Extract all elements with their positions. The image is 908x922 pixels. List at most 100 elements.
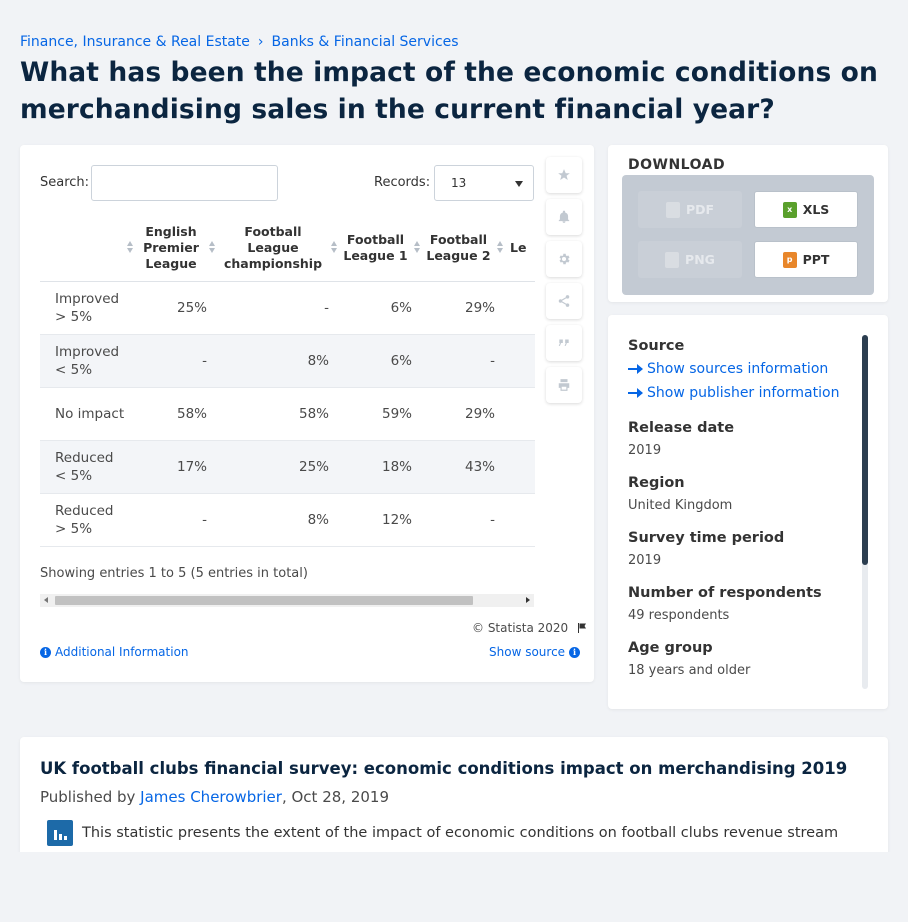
column-header-championship[interactable]: Football League championship (217, 215, 339, 282)
png-file-icon (665, 251, 680, 268)
column-header-league-other[interactable]: Le (505, 215, 535, 282)
source-heading: Source (628, 338, 685, 354)
notification-button[interactable] (546, 199, 582, 235)
table-cell: - (422, 493, 505, 547)
table-cell: 8% (217, 493, 339, 547)
publish-date: , Oct 28, 2019 (281, 788, 390, 806)
horizontal-scrollbar[interactable] (40, 594, 534, 607)
column-header-league-1[interactable]: Football League 1 (339, 215, 422, 282)
search-input[interactable] (91, 165, 278, 201)
column-header-league-2[interactable]: Football League 2 (422, 215, 505, 282)
table-row: No impact 58% 58% 59% 29% (40, 387, 535, 441)
respondents-value: 49 respondents (628, 608, 730, 623)
table-cell: 58% (135, 387, 217, 441)
table-row: Improved > 5% 25% - 6% 29% (40, 281, 535, 335)
print-button[interactable] (546, 367, 582, 403)
breadcrumb-finance[interactable]: Finance, Insurance & Real Estate (20, 34, 250, 50)
source-scrollbar-thumb[interactable] (862, 335, 868, 565)
statistic-description: This statistic presents the extent of th… (82, 825, 839, 841)
scroll-left-icon[interactable] (44, 597, 48, 603)
settings-button[interactable] (546, 241, 582, 277)
ppt-label: PPT (802, 252, 830, 267)
show-sources-link[interactable]: Show sources information (628, 361, 828, 377)
table-header-row: English Premier League Football League c… (40, 215, 535, 282)
records-label: Records: (374, 175, 431, 190)
table-cell: - (422, 334, 505, 388)
table-row: Reduced > 5% - 8% 12% - (40, 493, 535, 547)
table-cell: 58% (217, 387, 339, 441)
flag-icon[interactable] (576, 622, 588, 634)
table-cell: - (217, 281, 339, 335)
pdf-file-icon (665, 201, 680, 218)
sort-icon (497, 241, 503, 253)
download-card: DOWNLOAD PDF x XLS PNG p PPT (608, 145, 888, 302)
tool-sidebar (546, 157, 582, 403)
copyright: © Statista 2020 (472, 621, 588, 635)
png-label: PNG (685, 252, 715, 267)
arrow-right-icon (628, 388, 643, 398)
column-header-category[interactable] (40, 215, 135, 282)
scroll-right-icon[interactable] (526, 597, 530, 603)
favorite-button[interactable] (546, 157, 582, 193)
download-png-button[interactable]: PNG (638, 241, 742, 278)
table-cell: 6% (339, 281, 422, 335)
table-cell: 12% (339, 493, 422, 547)
table-cell: 17% (135, 440, 217, 494)
bottom-bar (0, 852, 908, 922)
download-ppt-button[interactable]: p PPT (754, 241, 858, 278)
author-link[interactable]: James Cherowbrier (140, 788, 282, 806)
row-label: Reduced < 5% (40, 440, 135, 494)
table-cell: 8% (217, 334, 339, 388)
breadcrumb: Finance, Insurance & Real Estate › Banks… (20, 34, 459, 50)
table-cell: 18% (339, 440, 422, 494)
sort-icon (331, 241, 337, 253)
column-header-premier-league[interactable]: English Premier League (135, 215, 217, 282)
records-select[interactable]: 13 (434, 165, 534, 201)
table-cell: 6% (339, 334, 422, 388)
table-cell (505, 334, 535, 388)
show-publisher-label: Show publisher information (647, 385, 840, 401)
breadcrumb-banks[interactable]: Banks & Financial Services (272, 34, 459, 50)
show-source-link[interactable]: Show source i (489, 645, 581, 659)
table-cell: 29% (422, 281, 505, 335)
search-label: Search: (40, 175, 90, 190)
share-icon (558, 295, 570, 307)
pdf-label: PDF (685, 202, 715, 217)
published-prefix: Published by (40, 788, 136, 806)
download-xls-button[interactable]: x XLS (754, 191, 858, 228)
xls-label: XLS (802, 202, 830, 217)
table-cell (505, 440, 535, 494)
published-by: Published by James Cherowbrier, Oct 28, … (40, 788, 389, 806)
info-icon: i (569, 646, 581, 658)
printer-icon (558, 379, 570, 391)
statistic-table-card: Search: Records: 13 English Premier Leag… (20, 145, 594, 682)
table-row: Reduced < 5% 17% 25% 18% 43% (40, 440, 535, 494)
download-panel: PDF x XLS PNG p PPT (622, 175, 874, 295)
records-value: 13 (451, 176, 467, 190)
cite-button[interactable] (546, 325, 582, 361)
table-cell (505, 387, 535, 441)
show-publisher-link[interactable]: Show publisher information (628, 385, 839, 401)
bar-chart-icon (47, 820, 73, 846)
age-group-value: 18 years and older (628, 663, 751, 678)
download-pdf-button[interactable]: PDF (638, 191, 742, 228)
page-title: What has been the impact of the economic… (20, 57, 878, 125)
table-cell (505, 493, 535, 547)
share-button[interactable] (546, 283, 582, 319)
region-value: United Kingdom (628, 498, 733, 513)
ppt-file-icon: p (782, 251, 797, 268)
sort-icon (127, 241, 133, 253)
download-heading: DOWNLOAD (628, 157, 726, 173)
table-cell: 29% (422, 387, 505, 441)
star-icon (558, 169, 570, 180)
show-sources-label: Show sources information (647, 361, 829, 377)
additional-information-link[interactable]: i Additional Information (40, 645, 189, 659)
copyright-text: © Statista 2020 (472, 621, 569, 635)
quote-icon (558, 339, 569, 346)
release-date-label: Release date (628, 420, 735, 436)
table-cell (505, 281, 535, 335)
table-cell: 25% (135, 281, 217, 335)
table-cell: - (135, 334, 217, 388)
scrollbar-thumb[interactable] (55, 596, 473, 605)
data-table: English Premier League Football League c… (40, 215, 535, 549)
